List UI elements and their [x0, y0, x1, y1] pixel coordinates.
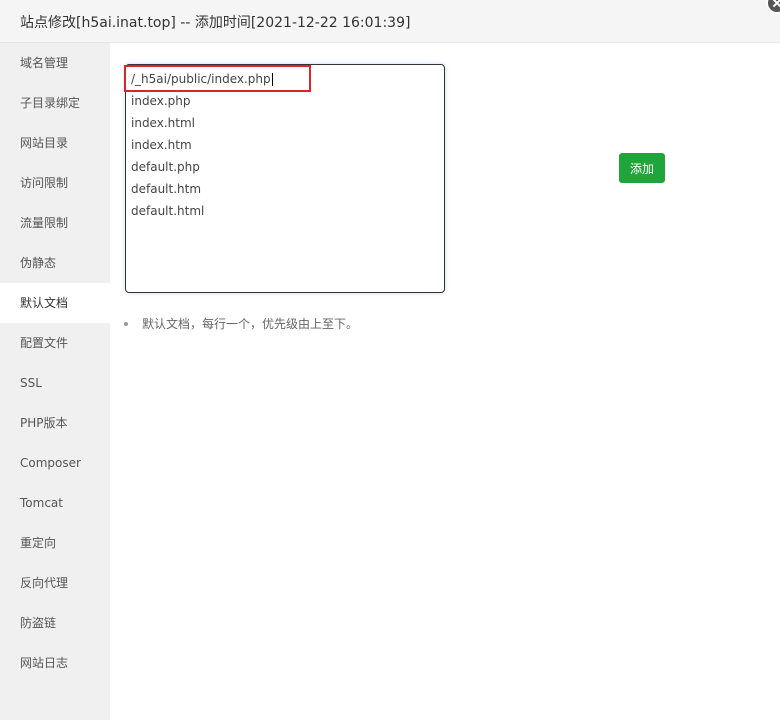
- doc-line: index.php: [131, 94, 191, 108]
- sidebar-item-tomcat[interactable]: Tomcat: [0, 483, 110, 523]
- sidebar-item-ssl[interactable]: SSL: [0, 363, 110, 403]
- sidebar-item-hotlink-protection[interactable]: 防盗链: [0, 603, 110, 643]
- sidebar-item-domain[interactable]: 域名管理: [0, 43, 110, 83]
- sidebar-item-site-logs[interactable]: 网站日志: [0, 643, 110, 683]
- doc-line: /_h5ai/public/index.php: [131, 68, 439, 90]
- text-cursor: [271, 73, 273, 86]
- doc-line: index.htm: [131, 138, 192, 152]
- sidebar-item-redirect[interactable]: 重定向: [0, 523, 110, 563]
- sidebar-item-site-dir[interactable]: 网站目录: [0, 123, 110, 163]
- add-button[interactable]: 添加: [619, 153, 665, 183]
- sidebar-item-default-docs[interactable]: 默认文档: [0, 283, 110, 323]
- doc-line: index.html: [131, 116, 195, 130]
- dialog-titlebar: 站点修改[h5ai.inat.top] -- 添加时间[2021-12-22 1…: [0, 0, 780, 43]
- settings-sidebar: 域名管理 子目录绑定 网站目录 访问限制 流量限制 伪静态 默认文档 配置文件 …: [0, 43, 110, 720]
- sidebar-item-subdir-binding[interactable]: 子目录绑定: [0, 83, 110, 123]
- sidebar-item-composer[interactable]: Composer: [0, 443, 110, 483]
- tips-list: 默认文档，每行一个，优先级由上至下。: [124, 315, 358, 333]
- doc-line-text: /_h5ai/public/index.php: [131, 72, 271, 86]
- sidebar-item-reverse-proxy[interactable]: 反向代理: [0, 563, 110, 603]
- site-settings-dialog: 站点修改[h5ai.inat.top] -- 添加时间[2021-12-22 1…: [0, 0, 780, 720]
- sidebar-item-access-limit[interactable]: 访问限制: [0, 163, 110, 203]
- dialog-title: 站点修改[h5ai.inat.top] -- 添加时间[2021-12-22 1…: [20, 15, 411, 31]
- main-content: /_h5ai/public/index.php index.php index.…: [110, 43, 780, 720]
- tip-text: 默认文档，每行一个，优先级由上至下。: [124, 315, 358, 333]
- sidebar-item-rewrite[interactable]: 伪静态: [0, 243, 110, 283]
- doc-line: default.html: [131, 204, 205, 218]
- default-docs-textarea[interactable]: /_h5ai/public/index.php index.php index.…: [125, 64, 445, 293]
- sidebar-item-traffic-limit[interactable]: 流量限制: [0, 203, 110, 243]
- doc-line: default.php: [131, 160, 200, 174]
- sidebar-item-config-file[interactable]: 配置文件: [0, 323, 110, 363]
- doc-line: default.htm: [131, 182, 202, 196]
- sidebar-item-php-version[interactable]: PHP版本: [0, 403, 110, 443]
